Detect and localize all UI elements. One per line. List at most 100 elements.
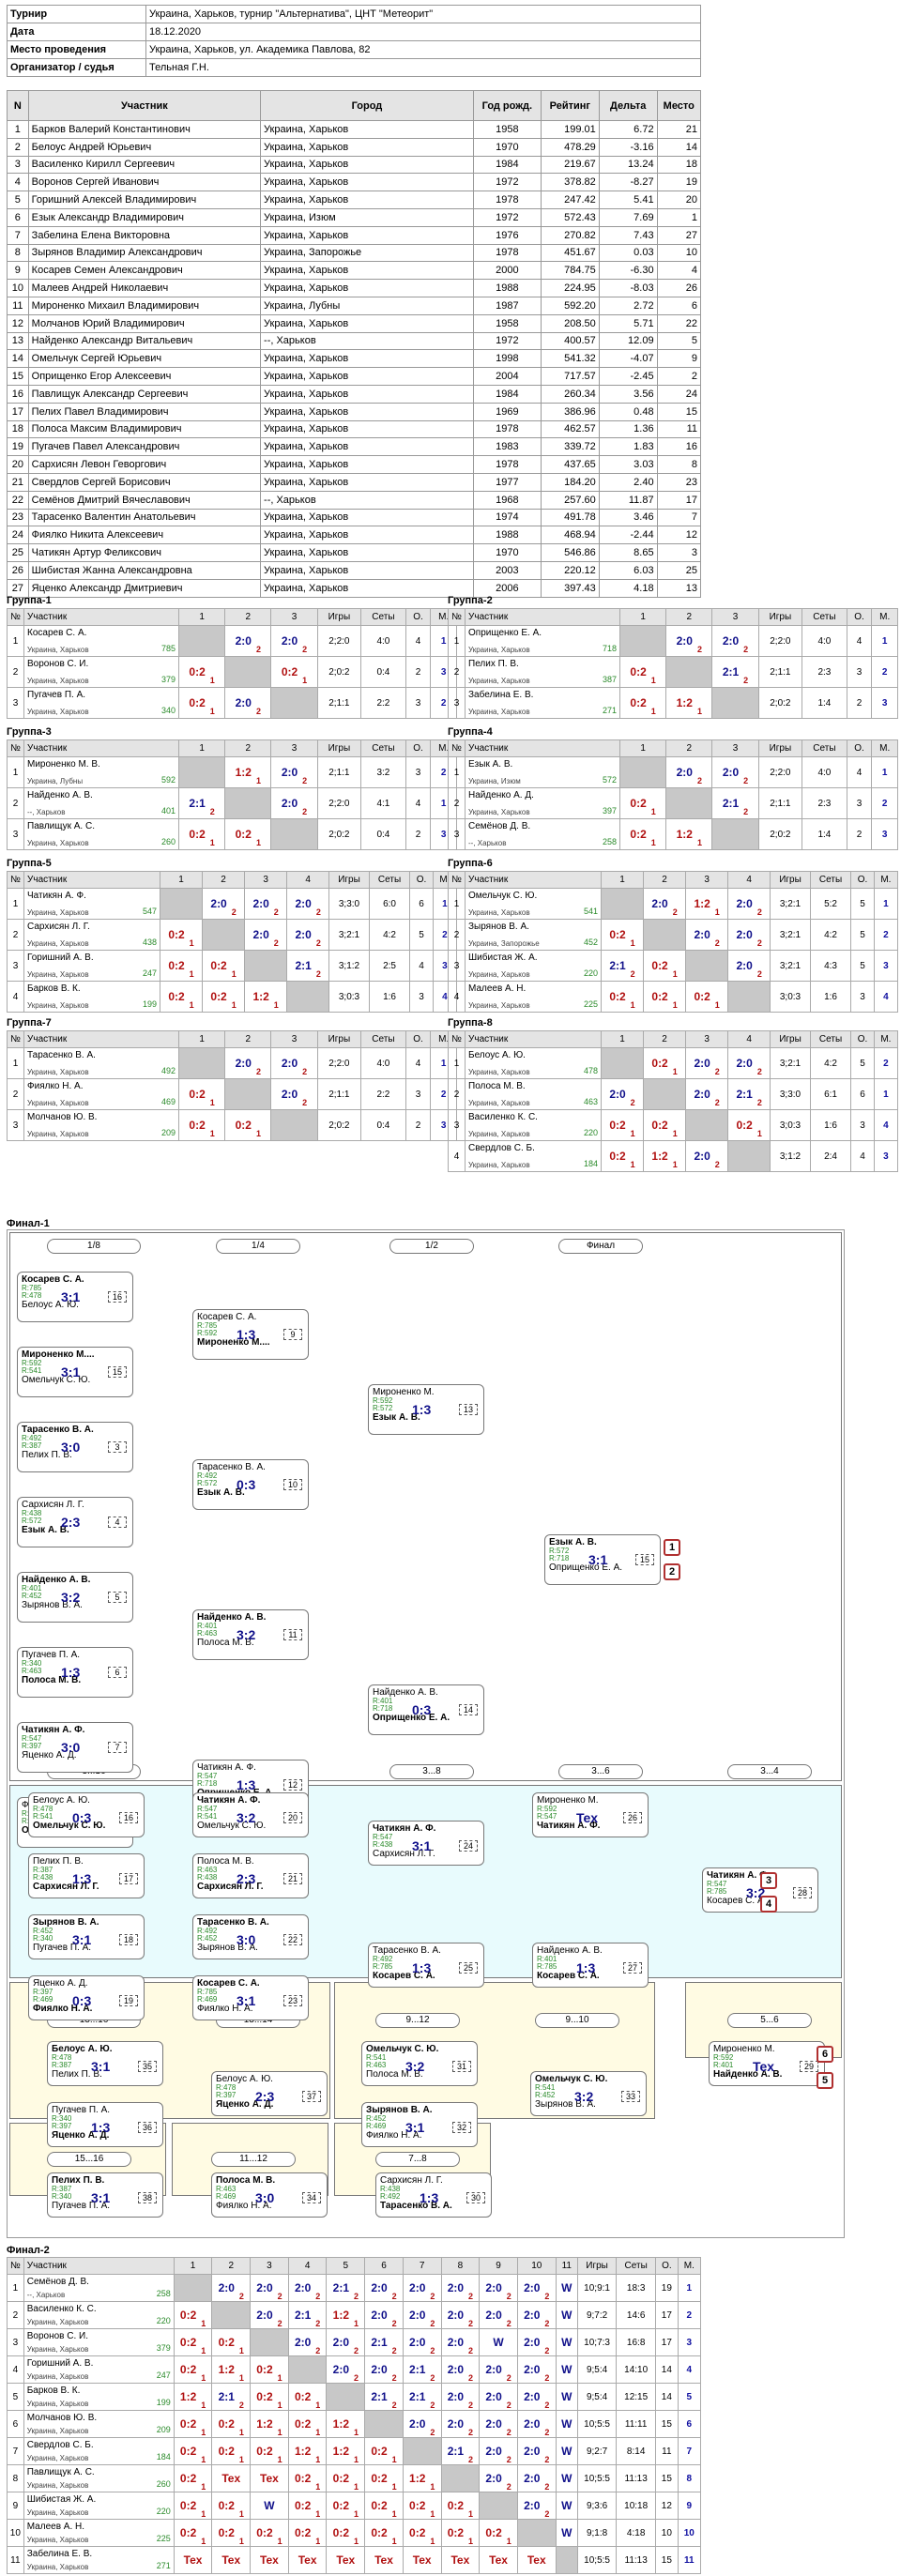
participant-cell: Украина, Харьков — [260, 191, 474, 209]
participant-cell: -2.44 — [598, 526, 658, 545]
group-games: 3;2:1 — [328, 919, 370, 951]
score: 0:2 1 — [179, 2499, 206, 2519]
score-sub: 2 — [743, 676, 749, 685]
participant-cell: -2.45 — [598, 367, 658, 386]
score: 1:2 1 — [332, 2417, 359, 2437]
table-row: 1 Чатикян А. Ф. Украина, Харьков 547 2:0 2 2:0… — [7, 888, 458, 920]
participant-cell: Украина, Харьков — [260, 279, 474, 297]
group-points: 3 — [405, 1078, 432, 1110]
score: 1:2 1 — [694, 897, 720, 917]
group-score-cell: 2:1 2 — [600, 950, 645, 982]
final2-score-cell: 2:0 2 — [402, 2301, 442, 2329]
score: 2:1 2 — [722, 797, 749, 816]
participant-cell: -8.03 — [598, 279, 658, 297]
final2-player-cell: Павлищук А. С. Украина, Харьков 260 — [23, 2464, 175, 2492]
group-games: 2;0:2 — [757, 687, 803, 719]
final2-score-cell: 0:2 1 — [364, 2464, 404, 2492]
participant-cell: Павлищук Александр Сергеевич — [27, 384, 262, 404]
group-points: 6 — [850, 1078, 875, 1110]
participant-cell: Яценко Александр Дмитриевич — [27, 578, 262, 598]
player-rating: 184 — [156, 2452, 171, 2462]
bracket-match: Яценко А. Д. R:397 R:469 Фиялко Н. А. 0:3 19 — [28, 1975, 145, 2020]
match-score: Tex — [576, 1810, 599, 1825]
participants-table: N Участник Город Год рожд. Рейтинг Дельта Мест… — [7, 90, 702, 598]
final2-score-cell: 2:0 2 — [479, 2355, 518, 2384]
group-header-cell: № — [7, 871, 24, 889]
score-sub: 2 — [544, 2401, 550, 2410]
group-header-cell: Сеты — [809, 871, 852, 889]
score: 0:2 1 — [294, 2526, 321, 2546]
player-name: Сархисян Л. Г. — [27, 922, 90, 932]
group-games: 3;2:1 — [770, 950, 811, 982]
final2-header-cell: 9 — [479, 2257, 518, 2275]
group-sets: 0:4 — [360, 656, 406, 688]
group-blank-cell — [643, 1078, 687, 1110]
score-sub: 1 — [630, 938, 635, 948]
final2-header-cell: 3 — [250, 2257, 289, 2275]
group-sets: 1:4 — [802, 818, 847, 850]
final2-score-cell: W — [555, 2492, 578, 2520]
score: 2:0 2 — [409, 2281, 435, 2301]
table-row: 15 Оприщенко Егор Алексеевич Украина, Харь… — [7, 367, 702, 386]
participant-cell: 23 — [7, 508, 29, 527]
table-row: 6 Молчанов Ю. В. Украина, Харьков 209 0:2 1 0:… — [7, 2410, 702, 2438]
group-sets: 0:4 — [360, 818, 406, 850]
participant-cell: 20 — [7, 455, 29, 474]
group-header-cell: Игры — [757, 608, 803, 626]
table-row: 16 Павлищук Александр Сергеевич Украина, Х… — [7, 384, 702, 404]
group-blank-cell — [618, 625, 667, 657]
score: W — [493, 2336, 504, 2349]
final2-points: 10 — [655, 2519, 679, 2547]
score-sub: 2 — [506, 2319, 511, 2328]
player-name: Найденко А. В. — [27, 790, 93, 800]
final2-score-cell: 2:0 2 — [479, 2274, 518, 2302]
bracket-match: Тарасенко В. А. R:492 R:785 Косарев С. А. 1:… — [368, 1943, 484, 1988]
final2-score-cell: 2:0 2 — [364, 2274, 404, 2302]
group-score-cell: 2:1 2 — [286, 950, 330, 982]
group-player-cell: Мироненко М. В. Украина, Лубны 592 — [23, 756, 179, 788]
score: 0:2 1 — [630, 696, 656, 716]
final2-games: 9;2:7 — [576, 2437, 618, 2465]
participant-cell: 1972 — [472, 207, 542, 227]
player-city: Украина, Харьков — [26, 2508, 89, 2517]
final2-place: 10 — [677, 2519, 702, 2547]
group-row-number: 1 — [7, 756, 24, 788]
final2-score-cell: 2:0 2 — [516, 2492, 557, 2520]
bracket-round-header: 7...8 — [375, 2152, 460, 2167]
group-score-cell: 0:2 1 — [270, 656, 318, 688]
player-name: Пелих П. В. — [468, 659, 519, 669]
score: 2:0 2 — [218, 2281, 244, 2301]
table-row: 8 Зырянов Владимир Александрович Украина, … — [7, 243, 702, 263]
group-blank-cell — [727, 1140, 771, 1172]
group-header-cell: М. — [873, 871, 899, 889]
score-sub: 2 — [273, 938, 279, 948]
group-header-cell: 2 — [224, 1030, 272, 1048]
participant-cell: 4 — [656, 261, 702, 281]
score: 0:2 1 — [651, 990, 678, 1010]
player-rating: 247 — [156, 2370, 171, 2380]
group-place: 2 — [873, 919, 899, 951]
score: 2:0 2 — [281, 1088, 308, 1107]
group-blank-cell — [727, 981, 771, 1013]
table-row: 6 Езык Александр Владимирович Украина, Изю… — [7, 207, 702, 227]
score: 2:1 2 — [609, 959, 635, 979]
table-row: 10 Малеев А. Н. Украина, Харьков 225 0:2 1 0:2… — [7, 2519, 702, 2547]
player-name: Молчанов Ю. В. — [27, 1112, 98, 1122]
group-table: № Участник 1 2 3 4 Игры Сеты О. М. 1 Омельчук С. Ю.… — [448, 871, 899, 1013]
group-title: Группа-2 — [448, 595, 493, 606]
score: 2:0 2 — [485, 2363, 511, 2383]
final2-score-cell: Tex — [479, 2546, 518, 2574]
score: Tex — [412, 2553, 432, 2567]
player-rating: 258 — [602, 837, 617, 846]
final2-header-cell: 7 — [402, 2257, 442, 2275]
participant-cell: 10 — [7, 279, 29, 297]
group-blank-cell — [270, 687, 318, 719]
player-name: Белоус А. Ю. — [468, 1050, 526, 1060]
group-header-cell: 4 — [286, 871, 330, 889]
participant-cell: 1968 — [472, 490, 542, 510]
score: 2:1 2 — [371, 2390, 397, 2410]
group-place: 3 — [873, 950, 899, 982]
score: 1:2 1 — [179, 2390, 206, 2410]
participant-cell: 4 — [7, 173, 29, 192]
group-blank-cell — [177, 756, 226, 788]
